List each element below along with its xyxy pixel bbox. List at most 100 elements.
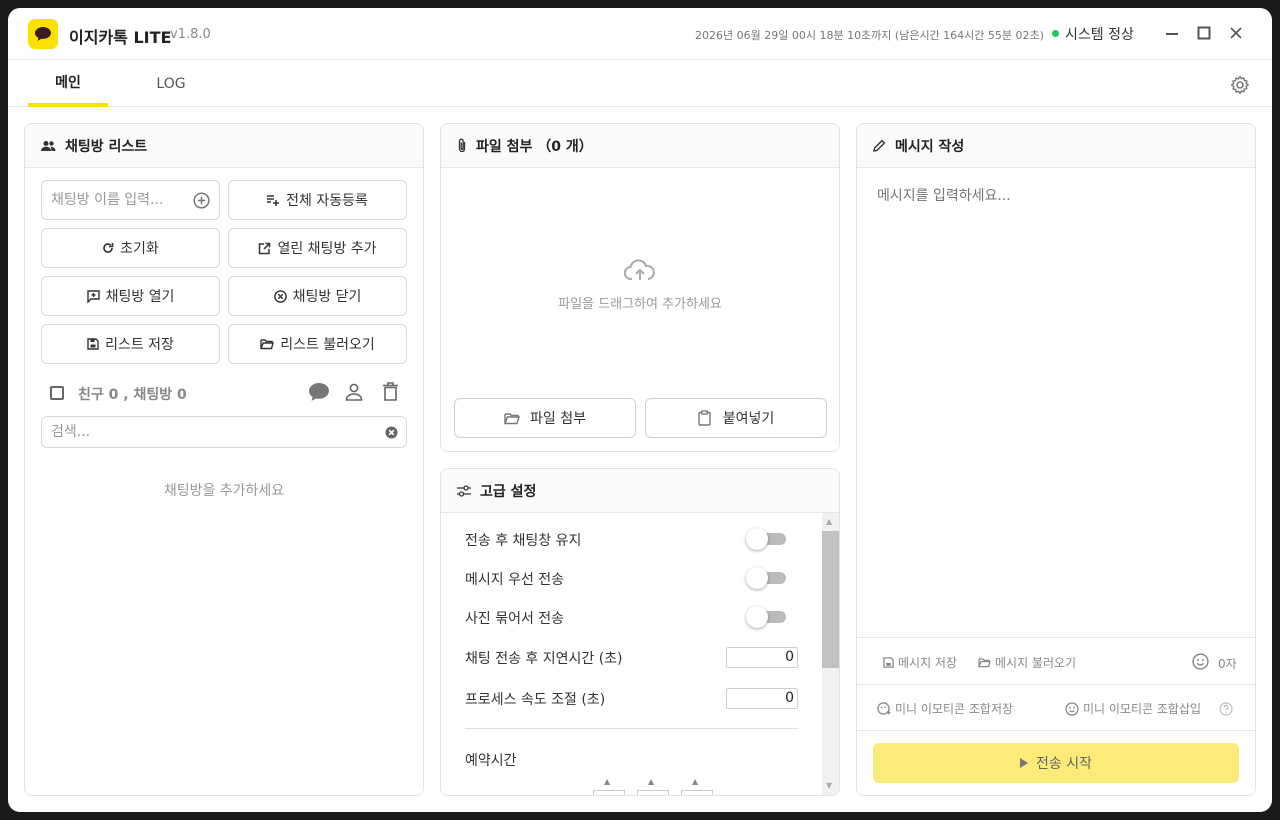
tab-main[interactable]: 메인 <box>28 61 108 107</box>
chat-add-icon <box>86 289 100 303</box>
save-message-label: 메시지 저장 <box>898 656 958 670</box>
keep-chat-toggle[interactable] <box>746 528 786 550</box>
message-first-label: 메시지 우선 전송 <box>465 572 565 588</box>
emoji-insert-button[interactable]: 미니 이모티콘 조합삽입 <box>1065 700 1201 717</box>
load-message-button[interactable]: 메시지 불러오기 <box>978 654 1076 671</box>
clipboard-icon <box>698 410 711 426</box>
message-panel: 메시지 작성 메시지 저장 메시지 불러오기 0자 미니 이모티콘 조합저장 미… <box>856 123 1256 796</box>
file-drop-zone[interactable]: 파일을 드래그하여 추가하세요 <box>441 168 839 396</box>
message-title: 메시지 작성 <box>895 138 965 155</box>
settings-button[interactable] <box>1230 75 1250 95</box>
file-attach-panel: 파일 첨부 （0 개） 파일을 드래그하여 추가하세요 파일 첨부 붙여넣기 <box>440 123 840 452</box>
sliders-icon <box>457 484 471 497</box>
save-icon <box>883 657 894 668</box>
char-count: 0자 <box>1218 657 1237 671</box>
bundle-photos-toggle[interactable] <box>746 606 786 628</box>
folder-open-icon <box>260 338 275 350</box>
advanced-settings-title: 고급 설정 <box>480 483 537 500</box>
settings-scrollbar[interactable]: ▲ ▼ <box>822 513 839 795</box>
schedule-hour-spinner[interactable]: ▲ <box>593 777 625 795</box>
title-bar: 이지카톡 LITE v1.8.0 2026년 06월 29일 00시 18분 1… <box>8 8 1272 60</box>
emoji-save-button[interactable]: 미니 이모티콘 조합저장 <box>877 700 1013 717</box>
folder-icon <box>504 412 520 425</box>
save-list-button[interactable]: 리스트 저장 <box>41 324 220 364</box>
bundle-photos-label: 사진 묶어서 전송 <box>465 611 565 627</box>
emoji-save-label: 미니 이모티콘 조합저장 <box>895 702 1014 716</box>
scrollbar-thumb[interactable] <box>822 531 839 668</box>
chat-name-input[interactable] <box>51 181 191 219</box>
message-input[interactable] <box>857 169 1255 637</box>
app-title: 이지카톡 LITE <box>69 28 172 47</box>
chat-list-header: 채팅방 리스트 <box>25 124 423 168</box>
close-icon <box>1230 27 1242 39</box>
play-icon <box>1020 758 1028 768</box>
person-icon[interactable] <box>345 383 363 401</box>
schedule-second-spinner[interactable]: ▲ <box>681 777 713 795</box>
refresh-icon <box>102 242 114 254</box>
paste-button[interactable]: 붙여넣기 <box>645 398 827 438</box>
message-first-toggle[interactable] <box>746 567 786 589</box>
file-attach-title: 파일 첨부 （0 개） <box>476 138 593 155</box>
external-link-icon <box>258 242 271 255</box>
process-speed-input[interactable]: 0 <box>726 688 798 709</box>
message-header: 메시지 작성 <box>857 124 1255 168</box>
send-delay-input[interactable]: 0 <box>726 647 798 668</box>
status-indicator <box>1052 30 1059 37</box>
minimize-icon <box>1166 33 1178 35</box>
start-send-button[interactable]: 전송 시작 <box>873 743 1239 783</box>
close-button[interactable] <box>1225 22 1247 44</box>
start-send-label: 전송 시작 <box>1036 756 1092 772</box>
tab-bar: 메인 LOG <box>8 61 1272 107</box>
save-icon <box>87 338 99 350</box>
save-list-label: 리스트 저장 <box>105 337 174 353</box>
advanced-settings-header: 고급 설정 <box>441 469 839 513</box>
open-room-button[interactable]: 채팅방 열기 <box>41 276 220 316</box>
chat-list-panel: 채팅방 리스트 전체 자동등록 초기화 열린 채팅방 추가 채팅방 열기 채팅방… <box>24 123 424 796</box>
register-all-label: 전체 자동등록 <box>286 193 368 209</box>
paste-label: 붙여넣기 <box>722 411 775 427</box>
users-icon <box>41 140 56 152</box>
playlist-add-icon <box>267 194 280 206</box>
save-message-button[interactable]: 메시지 저장 <box>883 654 957 671</box>
settings-divider <box>465 728 798 729</box>
advanced-settings-panel: 고급 설정 전송 후 채팅창 유지 메시지 우선 전송 사진 묶어서 전송 채팅… <box>440 468 840 796</box>
load-list-label: 리스트 불러오기 <box>280 337 375 353</box>
open-room-label: 채팅방 열기 <box>105 289 175 305</box>
chat-count-text: 친구 0 , 채팅방 0 <box>78 387 187 403</box>
trash-icon[interactable] <box>383 382 398 401</box>
send-delay-label: 채팅 전송 후 지연시간 (초) <box>465 651 623 667</box>
minimize-button[interactable] <box>1161 22 1183 44</box>
attach-file-label: 파일 첨부 <box>530 411 586 427</box>
smile-icon[interactable] <box>1192 653 1209 670</box>
search-field <box>41 416 407 448</box>
empty-chat-list-text: 채팅방을 추가하세요 <box>163 483 285 499</box>
cloud-upload-icon <box>624 259 655 280</box>
license-expire-text: 2026년 06월 29일 00시 18분 10초까지 (남은시간 164시간 … <box>695 29 1044 42</box>
tab-log[interactable]: LOG <box>131 61 211 106</box>
reset-button[interactable]: 초기화 <box>41 228 220 268</box>
footer-divider-2 <box>857 730 1255 731</box>
chat-name-field <box>41 180 220 220</box>
schedule-label: 예약시간 <box>465 753 517 769</box>
emoji-insert-label: 미니 이모티콘 조합삽입 <box>1083 702 1202 716</box>
help-icon[interactable] <box>1219 702 1233 716</box>
speech-bubble-icon[interactable] <box>308 382 330 402</box>
register-all-button[interactable]: 전체 자동등록 <box>228 180 407 220</box>
gear-icon <box>1230 75 1249 95</box>
emoji-save-icon <box>877 701 891 716</box>
close-circle-icon <box>273 289 287 303</box>
search-input[interactable] <box>51 417 371 447</box>
clear-icon[interactable] <box>385 426 398 439</box>
add-open-room-button[interactable]: 열린 채팅방 추가 <box>228 228 407 268</box>
attach-file-button[interactable]: 파일 첨부 <box>454 398 636 438</box>
schedule-minute-spinner[interactable]: ▲ <box>637 777 669 795</box>
app-window: 이지카톡 LITE v1.8.0 2026년 06월 29일 00시 18분 1… <box>8 8 1272 812</box>
paperclip-icon <box>457 138 467 153</box>
maximize-button[interactable] <box>1193 22 1215 44</box>
app-version: v1.8.0 <box>170 27 211 42</box>
close-room-button[interactable]: 채팅방 닫기 <box>228 276 407 316</box>
chat-bubble-icon <box>35 27 51 41</box>
plus-circle-icon[interactable] <box>193 192 210 209</box>
load-list-button[interactable]: 리스트 불러오기 <box>228 324 407 364</box>
select-all-checkbox[interactable] <box>50 386 64 400</box>
